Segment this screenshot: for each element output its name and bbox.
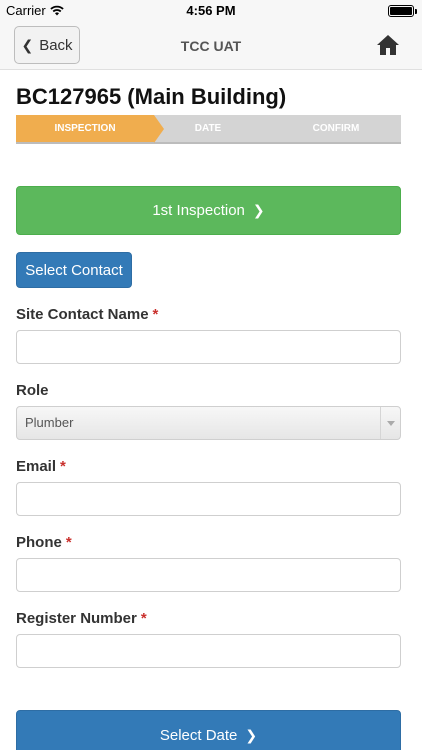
role-label: Role — [16, 382, 49, 399]
required-marker: * — [60, 458, 66, 475]
battery-icon — [388, 5, 417, 17]
required-marker: * — [65, 534, 72, 551]
required-marker: * — [140, 610, 147, 627]
step-date: DATE — [194, 123, 222, 134]
phone-input[interactable] — [16, 558, 401, 592]
status-bar: Carrier 4:56 PM — [0, 0, 422, 22]
site-contact-name-label: Site Contact Name * — [16, 306, 159, 323]
email-input[interactable] — [16, 482, 401, 516]
step-inspection: INSPECTION — [16, 115, 154, 142]
first-inspection-label: 1st Inspection — [152, 202, 245, 219]
required-marker: * — [152, 306, 159, 323]
home-icon[interactable] — [376, 33, 400, 57]
phone-label: Phone * — [16, 534, 72, 551]
nav-title: TCC UAT — [180, 38, 242, 54]
select-date-label: Select Date — [159, 726, 238, 744]
step-confirm: CONFIRM — [312, 123, 360, 134]
select-contact-button[interactable]: Select Contact — [16, 252, 132, 288]
role-selected-value: Plumber — [25, 415, 74, 430]
site-contact-name-input[interactable] — [16, 330, 401, 364]
chevron-right-icon: ❯ — [245, 726, 258, 743]
status-time: 4:56 PM — [186, 3, 236, 18]
step-arrow — [154, 115, 164, 143]
role-select[interactable]: Plumber — [16, 406, 401, 440]
page-title: BC127965 (Main Building) — [16, 84, 287, 109]
register-number-label: Register Number * — [16, 610, 147, 627]
first-inspection-button[interactable]: 1st Inspection ❯ — [16, 186, 401, 235]
dropdown-arrow-icon — [380, 407, 400, 439]
progress-steps: INSPECTION DATE CONFIRM — [16, 115, 401, 144]
chevron-right-icon: ❯ — [252, 202, 265, 218]
select-date-button[interactable]: Select Date ❯ — [16, 710, 401, 750]
navbar: ❮ Back TCC UAT — [0, 22, 422, 70]
register-number-input[interactable] — [16, 634, 401, 668]
email-label: Email * — [16, 458, 66, 475]
